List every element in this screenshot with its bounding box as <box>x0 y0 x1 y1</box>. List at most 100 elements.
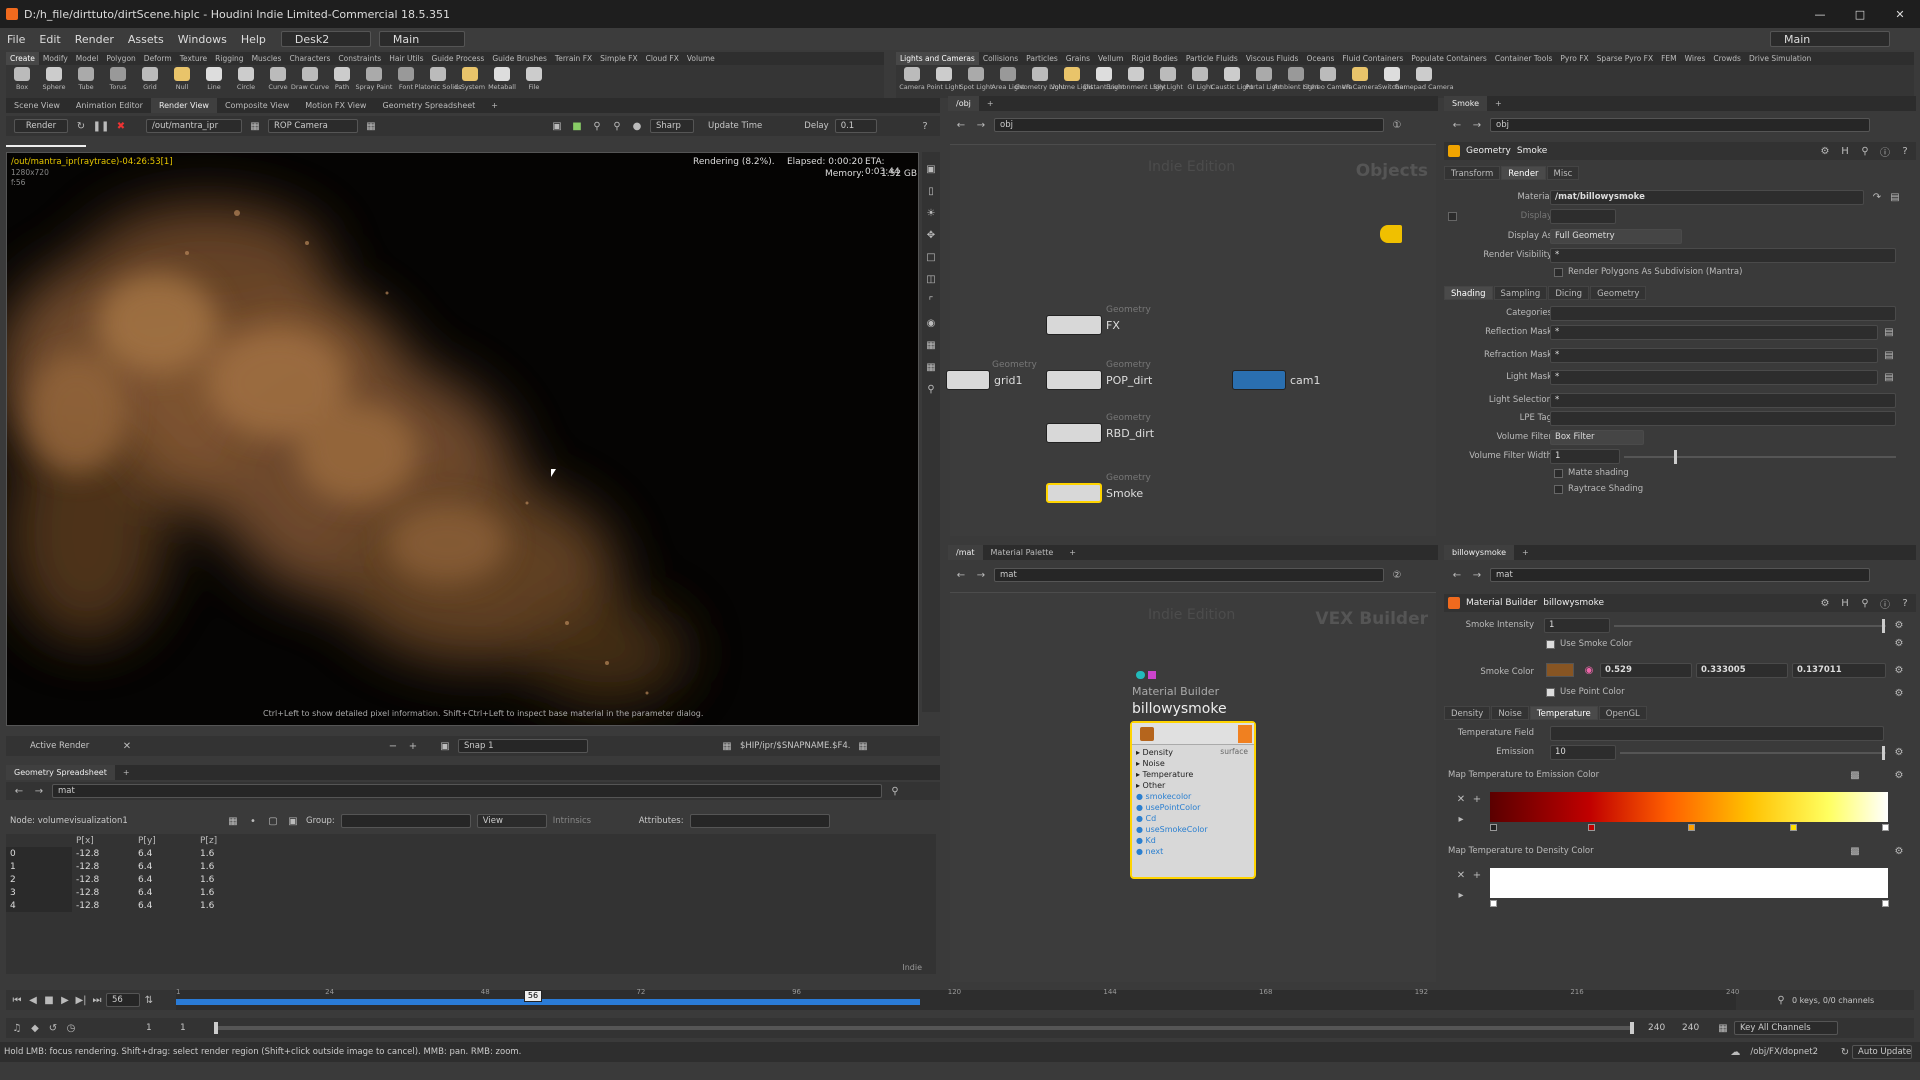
tab-density[interactable]: Density <box>1444 706 1491 720</box>
shelf-right-tool-environment-light[interactable]: Environment Light <box>1106 65 1166 97</box>
move-icon[interactable]: ✥ <box>924 228 938 242</box>
shelf-left-tool-curve[interactable]: Curve <box>262 65 294 97</box>
close-render-icon[interactable]: ✕ <box>120 739 134 753</box>
select-icon[interactable]: □ <box>924 250 938 264</box>
search-icon[interactable]: ⚲ <box>1858 144 1872 158</box>
tab-billowysmoke[interactable]: billowysmoke <box>1444 545 1515 560</box>
region-select-icon[interactable]: ▦ <box>924 338 938 352</box>
shelf-left-tab-constraints[interactable]: Constraints <box>334 52 385 65</box>
tab-scene-view[interactable]: Scene View <box>6 98 68 113</box>
use-smoke-color-checkbox[interactable] <box>1546 640 1555 649</box>
vertices-icon[interactable]: • <box>246 814 260 828</box>
shelf-right-tool-stereo-camera[interactable]: Stereo Camera <box>1304 65 1352 97</box>
volume-filter-width-slider[interactable] <box>1624 450 1896 464</box>
shelf-right-tool-sky-light[interactable]: Sky Light <box>1152 65 1184 97</box>
shelf-right-tab-lights-and-cameras[interactable]: Lights and Cameras <box>896 52 979 65</box>
add-obj-tab-icon[interactable]: + <box>979 96 1002 111</box>
ramp2-preset-icon[interactable]: ▩ <box>1848 844 1862 858</box>
shelf-right-tab-wires[interactable]: Wires <box>1681 52 1710 65</box>
menu-render[interactable]: Render <box>68 33 121 46</box>
snapshot-icon[interactable]: ▣ <box>924 162 938 176</box>
frame-step-icon[interactable]: ⇅ <box>142 993 156 1007</box>
shelf-left-tool-draw-curve[interactable]: Draw Curve <box>291 65 329 97</box>
shelf-right-tab-populate-containers[interactable]: Populate Containers <box>1407 52 1491 65</box>
use-smoke-color-gear-icon[interactable]: ⚙ <box>1892 636 1906 650</box>
zoom-icon[interactable]: ⚲ <box>610 119 624 133</box>
emission-color-ramp[interactable] <box>1490 792 1888 822</box>
shelf-left-tab-create[interactable]: Create <box>6 52 39 65</box>
go-end-icon[interactable]: ⏭ <box>90 993 104 1007</box>
zoom-view-icon[interactable]: ⚲ <box>924 382 938 396</box>
emission-handle[interactable] <box>1882 746 1885 760</box>
group-field[interactable] <box>340 814 471 828</box>
shelf-right-tab-sparse-pyro-fx[interactable]: Sparse Pyro FX <box>1593 52 1657 65</box>
smoke-color-swatch[interactable] <box>1546 663 1574 677</box>
ramp2-remove-icon[interactable]: ✕ <box>1454 868 1468 882</box>
smoke-intensity-slider[interactable] <box>1614 619 1886 633</box>
mat-gear-icon[interactable]: ⚙ <box>1818 596 1832 610</box>
shelf-left-tab-modify[interactable]: Modify <box>39 52 72 65</box>
menu-windows[interactable]: Windows <box>171 33 234 46</box>
shelf-right-tab-pyro-fx[interactable]: Pyro FX <box>1556 52 1592 65</box>
close-icon[interactable]: ✕ <box>1880 8 1920 21</box>
shelf-right-tool-ambient-light[interactable]: Ambient Light <box>1273 65 1319 97</box>
material-field[interactable]: /mat/billowysmoke <box>1550 190 1864 205</box>
update-icon[interactable]: ↻ <box>1838 1045 1852 1059</box>
tab-sampling[interactable]: Sampling <box>1493 286 1548 300</box>
audio-icon[interactable]: ♫ <box>10 1021 24 1035</box>
ramp1-key-3[interactable] <box>1790 824 1797 831</box>
shelf-right-tool-spot-light[interactable]: Spot Light <box>959 65 993 97</box>
ramp2-add-icon[interactable]: + <box>1470 868 1484 882</box>
light-mask-field[interactable]: * <box>1550 370 1878 385</box>
mat-info2-icon[interactable]: ⓘ <box>1878 596 1892 611</box>
obj-path-field[interactable]: obj <box>994 118 1384 132</box>
tab-geometry[interactable]: Geometry <box>1590 286 1647 300</box>
shelf-left-tab-rigging[interactable]: Rigging <box>211 52 247 65</box>
subdivision-checkbox[interactable] <box>1554 268 1563 277</box>
params-mat-forward-icon[interactable]: → <box>1470 568 1484 582</box>
node-fx-box[interactable] <box>1046 315 1102 335</box>
ramp1-add-icon[interactable]: + <box>1470 792 1484 806</box>
plus-icon[interactable]: + <box>406 739 420 753</box>
smoke-intensity-field[interactable]: 1 <box>1544 618 1610 633</box>
tab-obj[interactable]: /obj <box>948 96 979 111</box>
shelf-left-tool-metaball[interactable]: Metaball <box>486 65 518 97</box>
compare-icon[interactable]: ◫ <box>924 272 938 286</box>
frame-field[interactable]: 56 <box>106 993 140 1007</box>
volume-filter-width-field[interactable]: 1 <box>1550 449 1620 464</box>
add-tab-icon[interactable]: + <box>483 98 506 113</box>
ramp1-key-4[interactable] <box>1882 824 1889 831</box>
rop-jump-icon[interactable]: ▦ <box>248 119 262 133</box>
keyframe-icon[interactable]: ◆ <box>28 1021 42 1035</box>
shelf-left-tab-terrain-fx[interactable]: Terrain FX <box>551 52 596 65</box>
refraction-mask-field[interactable]: * <box>1550 348 1878 363</box>
refraction-mask-icon[interactable]: ▤ <box>1882 348 1896 362</box>
shelf-right-tab-fluid-containers[interactable]: Fluid Containers <box>1338 52 1407 65</box>
node-pop-dirt-box[interactable] <box>1046 370 1102 390</box>
shelf-right-tab-vellum[interactable]: Vellum <box>1094 52 1127 65</box>
shelf-right-tab-crowds[interactable]: Crowds <box>1709 52 1745 65</box>
region-icon[interactable]: ▣ <box>550 119 564 133</box>
tab-motion-fx-view[interactable]: Motion FX View <box>297 98 374 113</box>
shelf-left-tab-guide-process[interactable]: Guide Process <box>427 52 488 65</box>
smoke-intensity-handle[interactable] <box>1882 619 1885 633</box>
shelf-left-tool-sphere[interactable]: Sphere <box>38 65 70 97</box>
categories-field[interactable] <box>1550 306 1896 321</box>
status-path[interactable]: /obj/FX/dopnet2 <box>1750 1047 1818 1057</box>
display-field[interactable] <box>1550 209 1616 224</box>
shelf-left-tool-torus[interactable]: Torus <box>102 65 134 97</box>
tab-mat[interactable]: /mat <box>948 545 983 560</box>
main-selector[interactable]: Main <box>378 31 465 47</box>
shelf-right-tool-gamepad-camera[interactable]: Gamepad Camera <box>1394 65 1454 97</box>
range-start[interactable]: 1 <box>146 1023 176 1033</box>
smoke-color-b-field[interactable]: 0.137011 <box>1792 663 1886 678</box>
menu-file[interactable]: File <box>0 33 32 46</box>
material-input-group[interactable]: ▸ Temperature <box>1136 769 1208 780</box>
shelf-left-tab-cloud-fx[interactable]: Cloud FX <box>642 52 683 65</box>
color-wheel-icon[interactable]: ◉ <box>1582 663 1596 677</box>
range-end[interactable]: 240 <box>1648 1023 1678 1033</box>
rop-selector[interactable]: /out/mantra_ipr <box>146 119 242 133</box>
column-header[interactable]: P[y] <box>134 834 196 847</box>
smoke-color-g-field[interactable]: 0.333005 <box>1696 663 1788 678</box>
h-icon[interactable]: H <box>1838 144 1852 158</box>
